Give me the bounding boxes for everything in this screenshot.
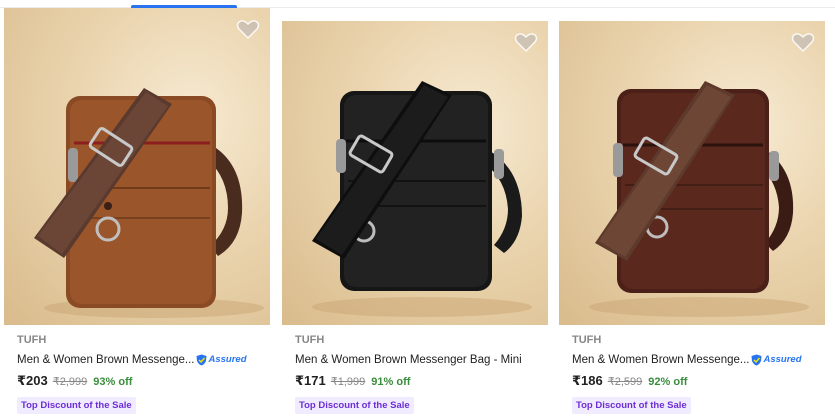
product-title-row[interactable]: Men & Women Brown Messenge... Assured [572, 352, 825, 367]
price-row: ₹186 ₹2,599 92% off [572, 373, 825, 389]
product-image[interactable] [559, 21, 825, 325]
bag-photo [589, 81, 809, 317]
assured-label: Assured [763, 354, 802, 365]
brand-name: TUFH [572, 334, 602, 346]
original-price: ₹2,999 [52, 376, 88, 388]
product-title[interactable]: Men & Women Brown Messenger Bag - Mini [295, 354, 522, 366]
product-info: TUFH Men & Women Brown Messenge... Assur… [4, 334, 270, 414]
product-title[interactable]: Men & Women Brown Messenge... [17, 354, 194, 366]
brand-name: TUFH [295, 334, 325, 346]
price-row: ₹203 ₹2,999 93% off [17, 373, 270, 389]
discount-percent: 93% off [93, 376, 133, 388]
wishlist-heart-icon[interactable] [236, 18, 260, 40]
bag-photo [34, 88, 264, 318]
product-title-row[interactable]: Men & Women Brown Messenge... Assured [17, 352, 270, 367]
original-price: ₹1,999 [330, 376, 366, 388]
selling-price: ₹186 [572, 373, 603, 388]
product-image[interactable] [4, 8, 270, 325]
offer-badge: Top Discount of the Sale [17, 397, 136, 414]
discount-percent: 91% off [371, 376, 411, 388]
product-title[interactable]: Men & Women Brown Messenge... [572, 354, 749, 366]
wishlist-heart-icon[interactable] [791, 31, 815, 53]
selling-price: ₹171 [295, 373, 326, 388]
brand-name: TUFH [17, 334, 47, 346]
product-info: TUFH Men & Women Brown Messenger Bag - M… [282, 334, 548, 414]
bag-photo [312, 81, 532, 317]
offer-badge: Top Discount of the Sale [295, 397, 414, 414]
assured-label: Assured [208, 354, 247, 365]
selling-price: ₹203 [17, 373, 48, 388]
discount-percent: 92% off [648, 376, 688, 388]
price-row: ₹171 ₹1,999 91% off [295, 373, 548, 389]
product-image[interactable] [282, 21, 548, 325]
product-card[interactable]: TUFH Men & Women Brown Messenger Bag - M… [282, 8, 548, 414]
product-title-row[interactable]: Men & Women Brown Messenger Bag - Mini [295, 352, 548, 367]
assured-badge: Assured [751, 354, 802, 366]
shield-icon [196, 354, 207, 365]
assured-badge: Assured [196, 354, 247, 366]
product-info: TUFH Men & Women Brown Messenge... Assur… [559, 334, 825, 414]
wishlist-heart-icon[interactable] [514, 31, 538, 53]
original-price: ₹2,599 [607, 376, 643, 388]
product-card[interactable]: TUFH Men & Women Brown Messenge... Assur… [4, 8, 270, 414]
shield-icon [751, 354, 762, 365]
top-tab-bar [0, 0, 835, 8]
product-card[interactable]: TUFH Men & Women Brown Messenge... Assur… [559, 8, 825, 414]
offer-badge: Top Discount of the Sale [572, 397, 691, 414]
